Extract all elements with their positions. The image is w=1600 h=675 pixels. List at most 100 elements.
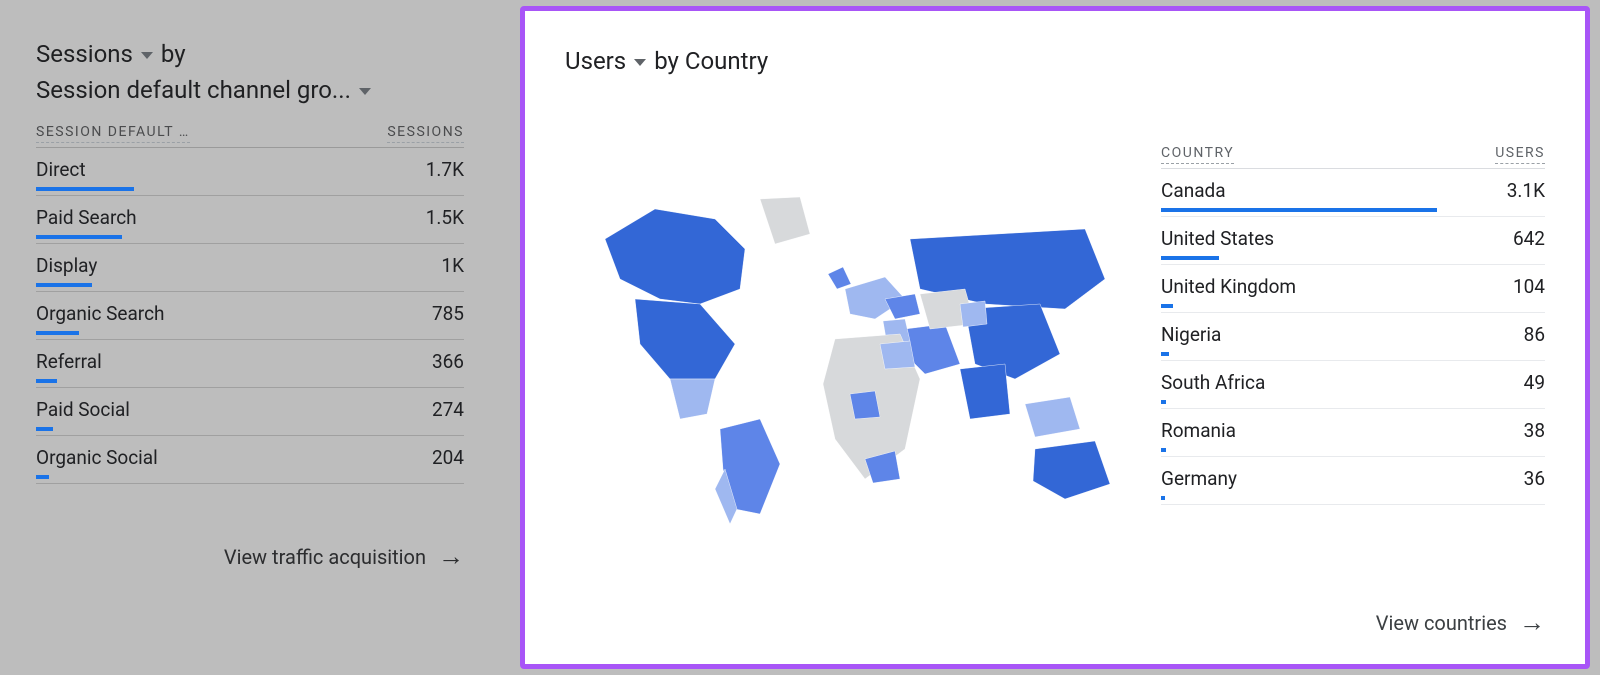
chevron-down-icon	[359, 88, 371, 95]
row-bar	[36, 379, 57, 383]
country-table-body: Canada 3.1K United States 642 United Kingdom…	[1161, 169, 1545, 505]
row-value: 366	[432, 350, 464, 373]
table-row[interactable]: Germany 36	[1161, 457, 1545, 505]
row-bar	[1161, 352, 1169, 356]
row-value: 3.1K	[1507, 179, 1545, 202]
row-value: 204	[432, 446, 464, 469]
row-bar	[1161, 256, 1219, 260]
country-indonesia	[1025, 397, 1080, 437]
sessions-metric-label: Sessions	[36, 40, 133, 68]
view-countries-label: View countries	[1376, 611, 1507, 635]
row-value: 1.7K	[426, 158, 464, 181]
country-header-dim: COUNTRY	[1161, 145, 1234, 164]
row-bar	[1161, 208, 1437, 212]
table-row[interactable]: United States 642	[1161, 217, 1545, 265]
row-bar	[36, 187, 134, 191]
sessions-metric-selector[interactable]: Sessions	[36, 40, 153, 68]
sessions-dimension-label: Session default channel gro...	[36, 76, 351, 104]
row-bar	[1161, 400, 1166, 404]
sessions-dimension-selector[interactable]: Session default channel gro...	[36, 76, 464, 104]
country-greenland	[760, 197, 810, 244]
country-canada	[605, 209, 745, 304]
row-label: Organic Search	[36, 302, 164, 325]
row-value: 1.5K	[426, 206, 464, 229]
users-metric-selector[interactable]: Users	[565, 47, 646, 75]
row-value: 104	[1513, 275, 1545, 298]
view-traffic-acquisition-link[interactable]: View traffic acquisition →	[36, 530, 464, 574]
row-value: 274	[432, 398, 464, 421]
row-bar	[1161, 496, 1165, 500]
row-bar	[1161, 304, 1173, 308]
view-countries-link[interactable]: View countries →	[565, 596, 1545, 640]
country-australia	[1033, 441, 1110, 499]
row-value: 36	[1524, 467, 1545, 490]
row-label: United Kingdom	[1161, 275, 1296, 298]
row-bar	[36, 475, 49, 479]
row-bar	[36, 283, 92, 287]
table-row[interactable]: Canada 3.1K	[1161, 169, 1545, 217]
row-bar	[36, 331, 79, 335]
users-by-country-card: Users by Country	[520, 6, 1590, 669]
country-table: COUNTRY USERS Canada 3.1K United States 642…	[1161, 139, 1545, 505]
table-row[interactable]: Direct 1.7K	[36, 148, 464, 196]
sessions-header-val: SESSIONS	[387, 124, 464, 143]
world-map-chart	[565, 159, 1125, 539]
row-bar	[1161, 448, 1166, 452]
view-traffic-label: View traffic acquisition	[224, 545, 426, 569]
arrow-right-icon: →	[1519, 610, 1545, 636]
row-label: Direct	[36, 158, 86, 181]
table-row[interactable]: Nigeria 86	[1161, 313, 1545, 361]
country-india	[960, 364, 1010, 419]
chevron-down-icon	[634, 59, 646, 66]
row-label: Paid Social	[36, 398, 130, 421]
users-by-text: by Country	[654, 47, 768, 75]
country-table-header: COUNTRY USERS	[1161, 139, 1545, 169]
row-value: 1K	[441, 254, 464, 277]
country-header-val: USERS	[1495, 145, 1545, 164]
country-usa	[635, 299, 735, 379]
row-value: 642	[1513, 227, 1545, 250]
country-nigeria	[850, 391, 880, 419]
table-row[interactable]: Organic Search 785	[36, 292, 464, 340]
row-bar	[36, 235, 122, 239]
country-mongolia	[960, 301, 987, 327]
arrow-right-icon: →	[438, 544, 464, 570]
users-metric-label: Users	[565, 47, 626, 75]
country-mexico	[670, 379, 715, 419]
row-value: 785	[432, 302, 464, 325]
sessions-header-dim: SESSION DEFAULT …	[36, 124, 190, 143]
table-row[interactable]: Romania 38	[1161, 409, 1545, 457]
row-value: 49	[1524, 371, 1545, 394]
row-label: Canada	[1161, 179, 1226, 202]
sessions-table-body: Direct 1.7K Paid Search 1.5K Display 1K Organi…	[36, 148, 464, 484]
row-label: Referral	[36, 350, 102, 373]
table-row[interactable]: Display 1K	[36, 244, 464, 292]
users-card-content: COUNTRY USERS Canada 3.1K United States 642…	[565, 89, 1545, 596]
world-map-svg	[565, 159, 1125, 539]
row-label: Germany	[1161, 467, 1237, 490]
country-egypt	[880, 341, 915, 369]
row-label: South Africa	[1161, 371, 1265, 394]
table-row[interactable]: South Africa 49	[1161, 361, 1545, 409]
sessions-card-title: Sessions by Session default channel gro.…	[36, 40, 464, 104]
table-row[interactable]: United Kingdom 104	[1161, 265, 1545, 313]
row-label: Romania	[1161, 419, 1236, 442]
table-row[interactable]: Paid Social 274	[36, 388, 464, 436]
sessions-table-header: SESSION DEFAULT … SESSIONS	[36, 118, 464, 148]
row-label: United States	[1161, 227, 1274, 250]
table-row[interactable]: Paid Search 1.5K	[36, 196, 464, 244]
users-card-title: Users by Country	[565, 47, 1545, 75]
row-label: Nigeria	[1161, 323, 1221, 346]
table-row[interactable]: Organic Social 204	[36, 436, 464, 484]
row-value: 86	[1524, 323, 1545, 346]
sessions-by-text: by	[161, 40, 186, 68]
row-label: Organic Social	[36, 446, 158, 469]
row-label: Display	[36, 254, 97, 277]
row-value: 38	[1524, 419, 1545, 442]
row-label: Paid Search	[36, 206, 137, 229]
country-uk	[828, 267, 851, 289]
sessions-card: Sessions by Session default channel gro.…	[0, 0, 500, 675]
table-row[interactable]: Referral 366	[36, 340, 464, 388]
chevron-down-icon	[141, 52, 153, 59]
row-bar	[36, 427, 53, 431]
